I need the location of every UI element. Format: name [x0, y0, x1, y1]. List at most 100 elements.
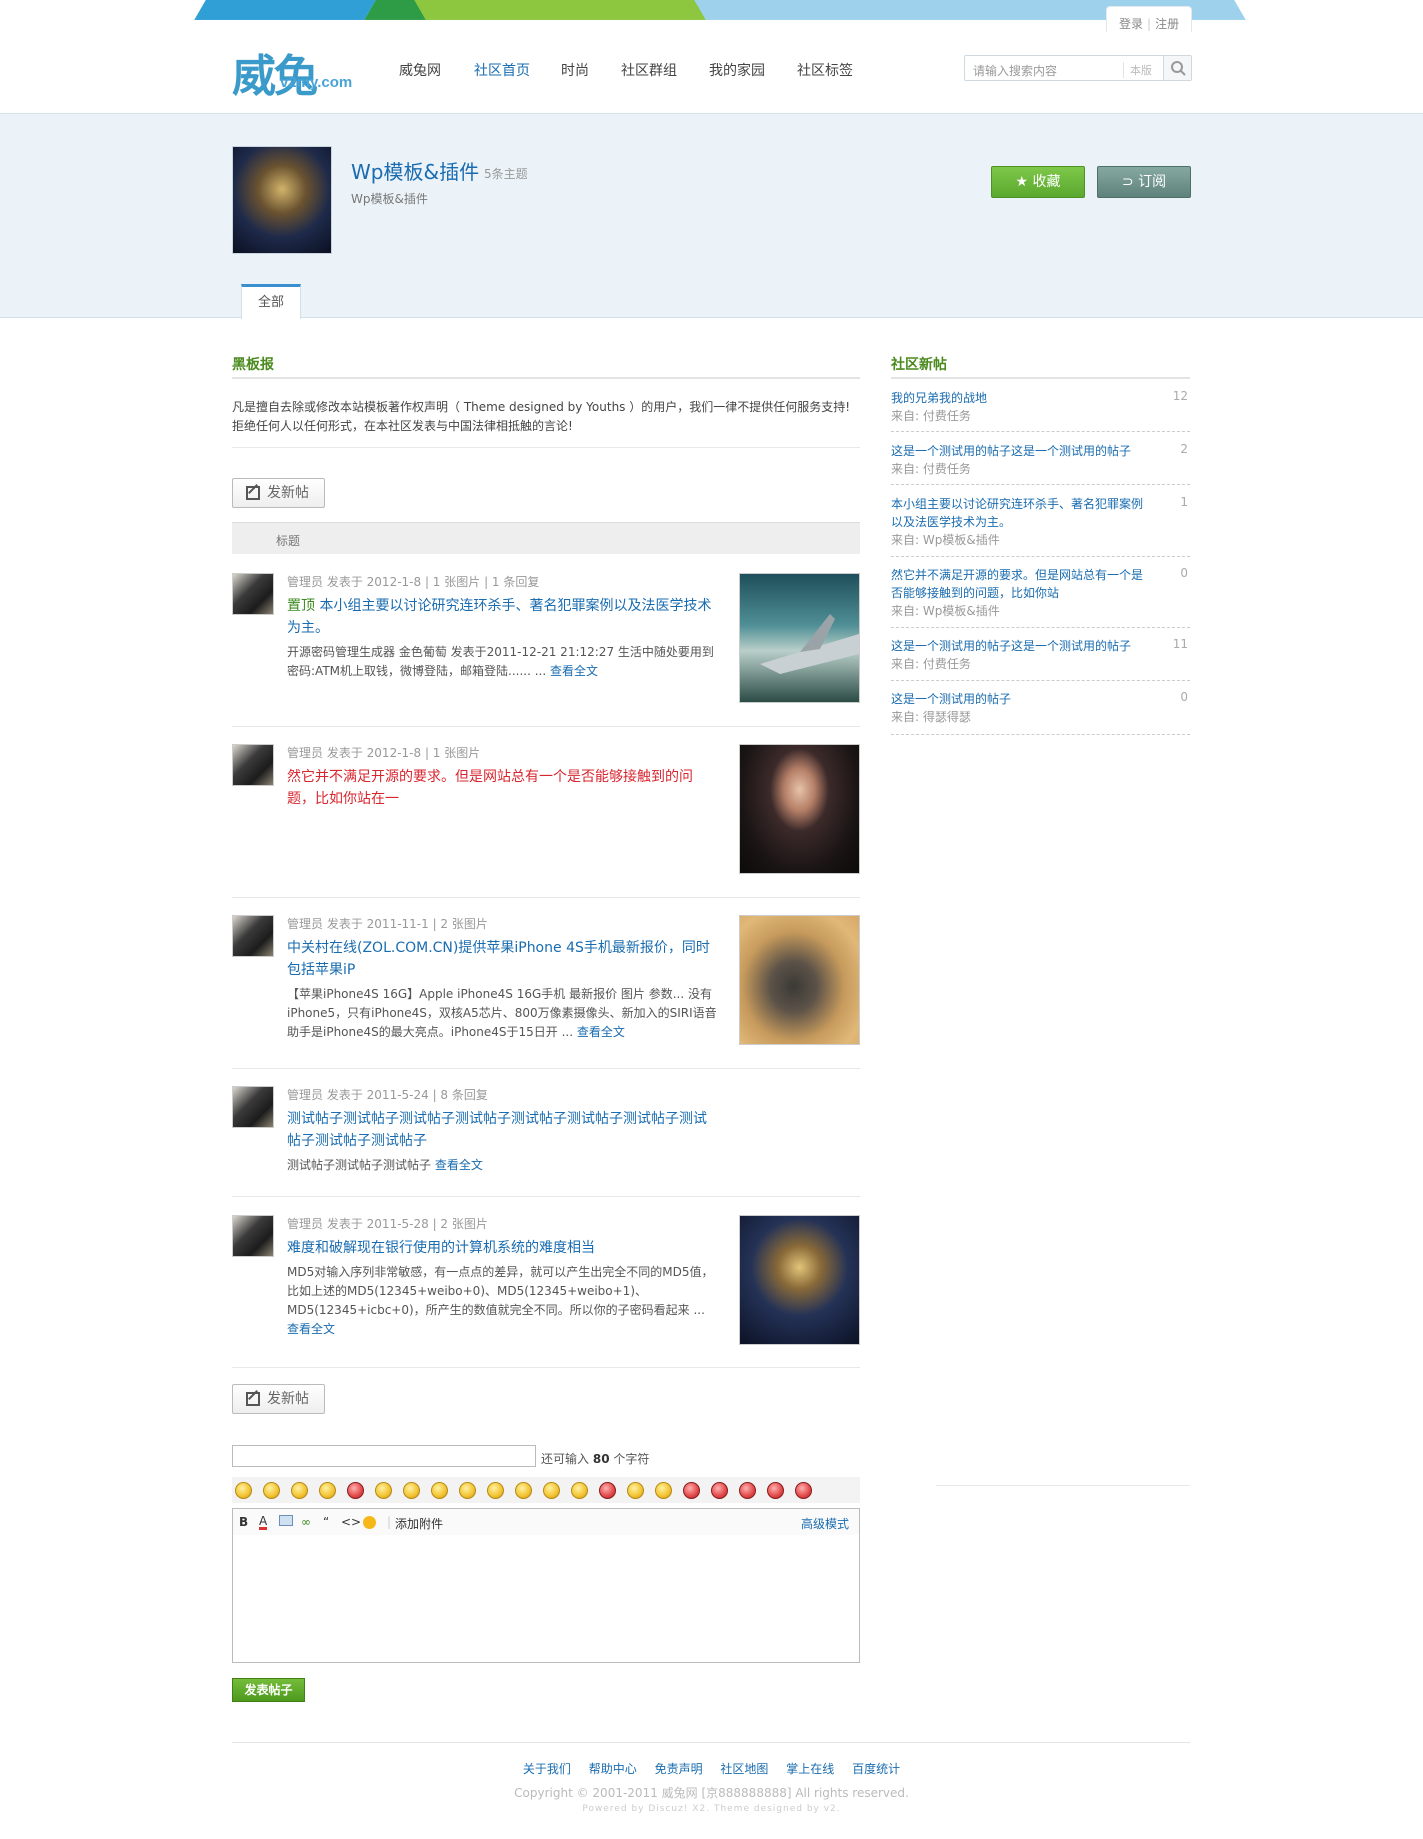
footer-link-mobile[interactable]: 掌上在线 — [786, 1762, 834, 1776]
smiley-icon[interactable] — [319, 1482, 336, 1499]
post-thumbnail[interactable] — [739, 915, 860, 1045]
author-avatar[interactable] — [232, 1086, 274, 1128]
smiley-icon[interactable] — [795, 1482, 812, 1499]
sidebar-post-title[interactable]: 这是一个测试用的帖子 — [891, 690, 1153, 708]
font-color-icon[interactable]: A — [259, 1515, 268, 1530]
logo-text[interactable]: 威兔 — [232, 40, 318, 104]
sidebar-post-title[interactable]: 本小组主要以讨论研究连环杀手、著名犯罪案例以及法医学技术为主。 — [891, 495, 1153, 531]
edit-icon — [246, 486, 260, 500]
sidebar-post-title[interactable]: 这是一个测试用的帖子这是一个测试用的帖子 — [891, 637, 1153, 655]
sidebar-post-source: 来自: Wp模板&插件 — [891, 604, 1000, 618]
search-input[interactable]: 请输入搜索内容 — [973, 62, 1057, 79]
quote-icon[interactable]: “ — [323, 1515, 329, 1529]
read-more-link[interactable]: 查看全文 — [435, 1158, 483, 1172]
search-button[interactable] — [1163, 56, 1191, 80]
smiley-icon[interactable] — [543, 1482, 560, 1499]
nav-item-my-home[interactable]: 我的家园 — [709, 60, 765, 80]
bold-icon[interactable]: B — [239, 1515, 248, 1529]
smiley-icon[interactable] — [347, 1482, 364, 1499]
author-link[interactable]: 管理员 — [287, 575, 323, 589]
login-link[interactable]: 登录 — [1119, 17, 1143, 31]
edit-icon — [246, 1392, 260, 1406]
smiley-icon[interactable] — [487, 1482, 504, 1499]
submit-post-button[interactable]: 发表帖子 — [232, 1678, 305, 1702]
footer-link-sitemap[interactable]: 社区地图 — [720, 1762, 768, 1776]
notice-line: 凡是擅自去除或修改本站模板著作权声明（ Theme designed by Yo… — [232, 400, 851, 414]
smiley-icon[interactable] — [571, 1482, 588, 1499]
footer-link-disclaimer[interactable]: 免责声明 — [655, 1762, 703, 1776]
read-more-link[interactable]: 查看全文 — [287, 1322, 335, 1336]
author-link[interactable]: 管理员 — [287, 917, 323, 931]
group-title[interactable]: Wp模板&插件 — [351, 156, 479, 185]
tab-all[interactable]: 全部 — [241, 284, 301, 319]
smiley-icon[interactable] — [263, 1482, 280, 1499]
nav-item-tags[interactable]: 社区标签 — [797, 60, 853, 80]
footer-link-help[interactable]: 帮助中心 — [589, 1762, 637, 1776]
link-icon[interactable]: ∞ — [301, 1515, 311, 1529]
advanced-mode-link[interactable]: 高级模式 — [801, 1515, 849, 1532]
divider — [891, 556, 1190, 557]
excerpt-text: MD5对输入序列非常敏感，有一点点的差异，就可以产生出完全不同的MD5值，比如上… — [287, 1265, 714, 1317]
nav-item-community[interactable]: 社区首页 — [474, 60, 530, 80]
post-title[interactable]: 难度和破解现在银行使用的计算机系统的难度相当 — [287, 1237, 717, 1259]
smiley-icon[interactable] — [403, 1482, 420, 1499]
footer-link-stats[interactable]: 百度统计 — [852, 1762, 900, 1776]
post-thumbnail[interactable] — [739, 744, 860, 874]
subscribe-button[interactable]: ⊃ 订阅 — [1097, 166, 1191, 198]
smiley-icon[interactable] — [627, 1482, 644, 1499]
attach-button[interactable]: 添加附件 — [395, 1515, 443, 1532]
post-title[interactable]: 置顶 本小组主要以讨论研究连环杀手、著名犯罪案例以及法医学技术为主。 — [287, 595, 717, 639]
smiley-icon[interactable] — [459, 1482, 476, 1499]
sidebar-post: 这是一个测试用的帖子这是一个测试用的帖子 来自: 付费任务 11 — [891, 637, 1190, 673]
post-thumbnail[interactable] — [739, 573, 860, 703]
smiley-icon[interactable] — [739, 1482, 756, 1499]
reply-title-input[interactable] — [232, 1445, 536, 1467]
author-avatar[interactable] — [232, 744, 274, 786]
new-post-button[interactable]: 发新帖 — [232, 1384, 325, 1414]
new-post-label: 发新帖 — [267, 1391, 309, 1407]
post-title[interactable]: 然它并不满足开源的要求。但是网站总有一个是否能够接触到的问题，比如你站在一 — [287, 766, 717, 810]
author-link[interactable]: 管理员 — [287, 1088, 323, 1102]
smiley-bar — [232, 1477, 860, 1503]
post-title[interactable]: 中关村在线(ZOL.COM.CN)提供苹果iPhone 4S手机最新报价，同时包… — [287, 937, 717, 981]
reply-editor[interactable]: B A ∞ “ <> | 添加附件 高级模式 — [232, 1508, 860, 1663]
sidebar-post-title[interactable]: 这是一个测试用的帖子这是一个测试用的帖子 — [891, 442, 1153, 460]
author-avatar[interactable] — [232, 915, 274, 957]
sidebar-title: 社区新帖 — [891, 357, 947, 373]
smiley-icon[interactable] — [291, 1482, 308, 1499]
nav-item-home[interactable]: 威兔网 — [399, 60, 441, 80]
footer-link-about[interactable]: 关于我们 — [523, 1762, 571, 1776]
code-icon[interactable]: <> — [341, 1515, 361, 1529]
smiley-icon[interactable] — [235, 1482, 252, 1499]
favorite-button[interactable]: ★ 收藏 — [991, 166, 1085, 198]
smiley-icon[interactable] — [767, 1482, 784, 1499]
divider — [891, 680, 1190, 681]
logo-domain[interactable]: v2my.com — [280, 74, 352, 91]
smiley-icon[interactable] — [375, 1482, 392, 1499]
search-scope-select[interactable]: 本版 — [1123, 62, 1163, 78]
read-more-link[interactable]: 查看全文 — [577, 1025, 625, 1039]
smiley-icon[interactable] — [655, 1482, 672, 1499]
author-link[interactable]: 管理员 — [287, 746, 323, 760]
image-icon[interactable] — [279, 1515, 293, 1526]
new-post-button[interactable]: 发新帖 — [232, 478, 325, 508]
author-avatar[interactable] — [232, 1215, 274, 1257]
smiley-icon[interactable] — [599, 1482, 616, 1499]
nav-item-fashion[interactable]: 时尚 — [561, 60, 589, 80]
group-avatar[interactable] — [232, 146, 332, 254]
author-avatar[interactable] — [232, 573, 274, 615]
read-more-link[interactable]: 查看全文 — [550, 664, 598, 678]
post-title[interactable]: 测试帖子测试帖子测试帖子测试帖子测试帖子测试帖子测试帖子测试帖子测试帖子测试帖子 — [287, 1108, 717, 1152]
emoticon-icon[interactable] — [363, 1516, 376, 1529]
nav-item-groups[interactable]: 社区群组 — [621, 60, 677, 80]
sidebar-post-count: 11 — [1172, 637, 1188, 651]
sidebar-post-title[interactable]: 我的兄弟我的战地 — [891, 389, 1153, 407]
author-link[interactable]: 管理员 — [287, 1217, 323, 1231]
smiley-icon[interactable] — [683, 1482, 700, 1499]
sidebar-post-title[interactable]: 然它并不满足开源的要求。但是网站总有一个是否能够接触到的问题，比如你站 — [891, 566, 1153, 602]
post-thumbnail[interactable] — [739, 1215, 860, 1345]
smiley-icon[interactable] — [431, 1482, 448, 1499]
smiley-icon[interactable] — [515, 1482, 532, 1499]
register-link[interactable]: 注册 — [1155, 17, 1179, 31]
smiley-icon[interactable] — [711, 1482, 728, 1499]
